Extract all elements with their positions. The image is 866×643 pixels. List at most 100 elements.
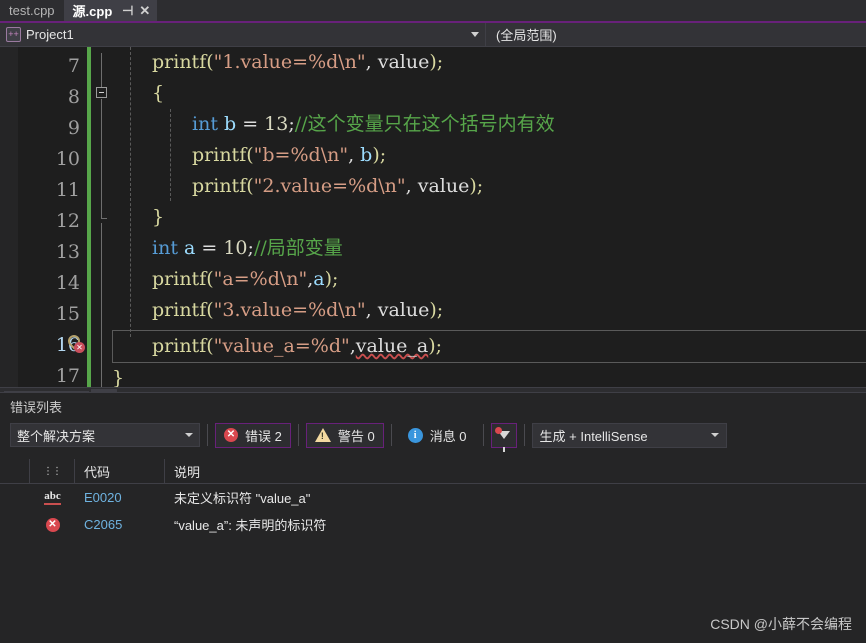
navigation-bar: ++ Project1 (全局范围) xyxy=(0,23,866,47)
panel-title-label: 错误列表 xyxy=(10,397,62,416)
token-keyword: int xyxy=(152,237,178,259)
token-paren: ); xyxy=(429,299,443,321)
token-string: "b=%d\n" xyxy=(254,144,348,166)
line-number: 11 xyxy=(56,175,80,206)
code-editor[interactable]: 7 8 9 10 11 12 13 14 15 16 17 ✕ xyxy=(0,47,866,387)
chevron-down-icon[interactable] xyxy=(711,433,719,437)
column-header-description[interactable]: 说明 xyxy=(165,459,866,483)
token-comma: , xyxy=(406,175,418,197)
filter-button[interactable] xyxy=(491,423,517,448)
chevron-down-icon[interactable] xyxy=(185,433,193,437)
token-paren: ( xyxy=(246,144,253,166)
tab-label: test.cpp xyxy=(9,3,55,18)
code-line-9[interactable]: int b = 13;//这个变量只在这个括号内有效 xyxy=(112,109,866,140)
token-brace: { xyxy=(152,82,164,104)
cpp-project-icon: ++ xyxy=(6,27,21,42)
scope-selector[interactable]: (全局范围) xyxy=(486,23,567,46)
table-row[interactable]: ✕ C2065 “value_a”: 未声明的标识符 xyxy=(0,511,866,538)
code-line-7[interactable]: printf("1.value=%d\n", value); xyxy=(112,47,866,78)
toolbar-separator xyxy=(483,424,484,446)
token-paren: ); xyxy=(429,51,443,73)
token-brace: } xyxy=(152,206,164,228)
warnings-filter-button[interactable]: 警告 0 xyxy=(306,423,384,448)
column-header-sort[interactable]: ⋮⋮ xyxy=(30,459,75,483)
token-identifier: value xyxy=(378,299,430,321)
line-number: 9 xyxy=(68,113,80,144)
token-identifier: value xyxy=(378,51,430,73)
column-header-spacer xyxy=(0,459,30,483)
outlining-margin[interactable] xyxy=(92,47,112,387)
row-code: C2065 xyxy=(75,517,165,532)
warnings-filter-label: 警告 0 xyxy=(338,426,375,445)
token-string: "2.value=%d\n" xyxy=(254,175,406,197)
project-name: Project1 xyxy=(26,27,471,42)
error-list-toolbar: 整个解决方案 ✕ 错误 2 警告 0 i 消息 0 xyxy=(0,419,866,451)
code-line-16[interactable]: printf("value_a=%d",value_a); xyxy=(112,330,866,363)
collapse-toggle-icon[interactable] xyxy=(96,87,107,98)
toolbar-separator xyxy=(207,424,208,446)
line-number: 10 xyxy=(56,144,80,175)
token-paren: ( xyxy=(206,335,213,357)
column-header-code[interactable]: 代码 xyxy=(75,459,165,483)
line-number: 14 xyxy=(56,268,80,299)
line-number: 12 xyxy=(56,206,80,237)
code-line-12[interactable]: } xyxy=(112,202,866,233)
error-marker-icon[interactable]: ✕ xyxy=(68,335,86,353)
warning-icon xyxy=(315,428,331,442)
close-icon[interactable]: ✕ xyxy=(136,2,153,19)
token-comma: , xyxy=(366,51,378,73)
token-string: "1.value=%d\n" xyxy=(214,51,366,73)
tab-test-cpp[interactable]: test.cpp xyxy=(0,0,64,21)
tab-yuan-cpp[interactable]: 源.cpp ⊣ ✕ xyxy=(64,0,158,21)
line-number: 15 xyxy=(56,299,80,330)
errors-filter-button[interactable]: ✕ 错误 2 xyxy=(215,423,291,448)
token-paren: ); xyxy=(469,175,483,197)
visual-studio-window: test.cpp 源.cpp ⊣ ✕ ++ Project1 (全局范围) 7 … xyxy=(0,0,866,643)
token-keyword: int xyxy=(192,113,218,135)
tab-label: 源.cpp xyxy=(73,1,113,20)
code-line-13[interactable]: int a = 10;//局部变量 xyxy=(112,233,866,264)
editor-tab-strip: test.cpp 源.cpp ⊣ ✕ xyxy=(0,0,866,23)
build-source-dropdown[interactable]: 生成 + IntelliSense xyxy=(532,423,727,448)
token-function: printf xyxy=(152,299,206,321)
token-operator: = xyxy=(201,237,223,259)
table-row[interactable]: abc E0020 未定义标识符 "value_a" xyxy=(0,484,866,511)
token-comma: , xyxy=(348,144,360,166)
token-string: "3.value=%d\n" xyxy=(214,299,366,321)
token-number: 10 xyxy=(223,237,247,259)
info-icon: i xyxy=(408,428,423,443)
outline-line xyxy=(101,53,102,87)
token-paren: ( xyxy=(206,268,213,290)
row-icon: abc xyxy=(30,491,75,505)
watermark: CSDN @小薛不会编程 xyxy=(710,614,852,634)
code-line-14[interactable]: printf("a=%d\n",a); xyxy=(112,264,866,295)
filter-active-badge-icon xyxy=(495,427,502,434)
toolbar-separator xyxy=(298,424,299,446)
outline-line xyxy=(101,99,102,218)
code-line-17[interactable]: } xyxy=(112,363,866,387)
messages-filter-label: 消息 0 xyxy=(430,426,467,445)
chevron-down-icon[interactable] xyxy=(471,32,479,37)
toolbar-separator xyxy=(524,424,525,446)
line-number: 8 xyxy=(68,82,80,113)
error-list-title: 错误列表 xyxy=(0,393,866,419)
token-operator: = xyxy=(242,113,264,135)
messages-filter-button[interactable]: i 消息 0 xyxy=(399,423,476,448)
code-line-15[interactable]: printf("3.value=%d\n", value); xyxy=(112,295,866,326)
row-code: E0020 xyxy=(75,490,165,505)
project-selector[interactable]: ++ Project1 xyxy=(0,23,486,46)
errors-filter-label: 错误 2 xyxy=(245,426,282,445)
code-line-8[interactable]: { xyxy=(112,78,866,109)
code-text-area[interactable]: printf("1.value=%d\n", value); { int b =… xyxy=(112,47,866,387)
error-icon: ✕ xyxy=(224,428,238,442)
line-number: 7 xyxy=(68,51,80,82)
scope-filter-dropdown[interactable]: 整个解决方案 xyxy=(10,423,200,447)
code-line-10[interactable]: printf("b=%d\n", b); xyxy=(112,140,866,171)
error-list-panel: 错误列表 整个解决方案 ✕ 错误 2 警告 0 i 消息 0 xyxy=(0,392,866,643)
token-string: "value_a=%d" xyxy=(214,335,350,357)
error-icon: ✕ xyxy=(46,518,60,532)
token-comment: //这个变量只在这个括号内有效 xyxy=(295,113,555,135)
token-identifier: b xyxy=(218,113,242,135)
code-line-11[interactable]: printf("2.value=%d\n", value); xyxy=(112,171,866,202)
pin-icon[interactable]: ⊣ xyxy=(119,2,136,19)
